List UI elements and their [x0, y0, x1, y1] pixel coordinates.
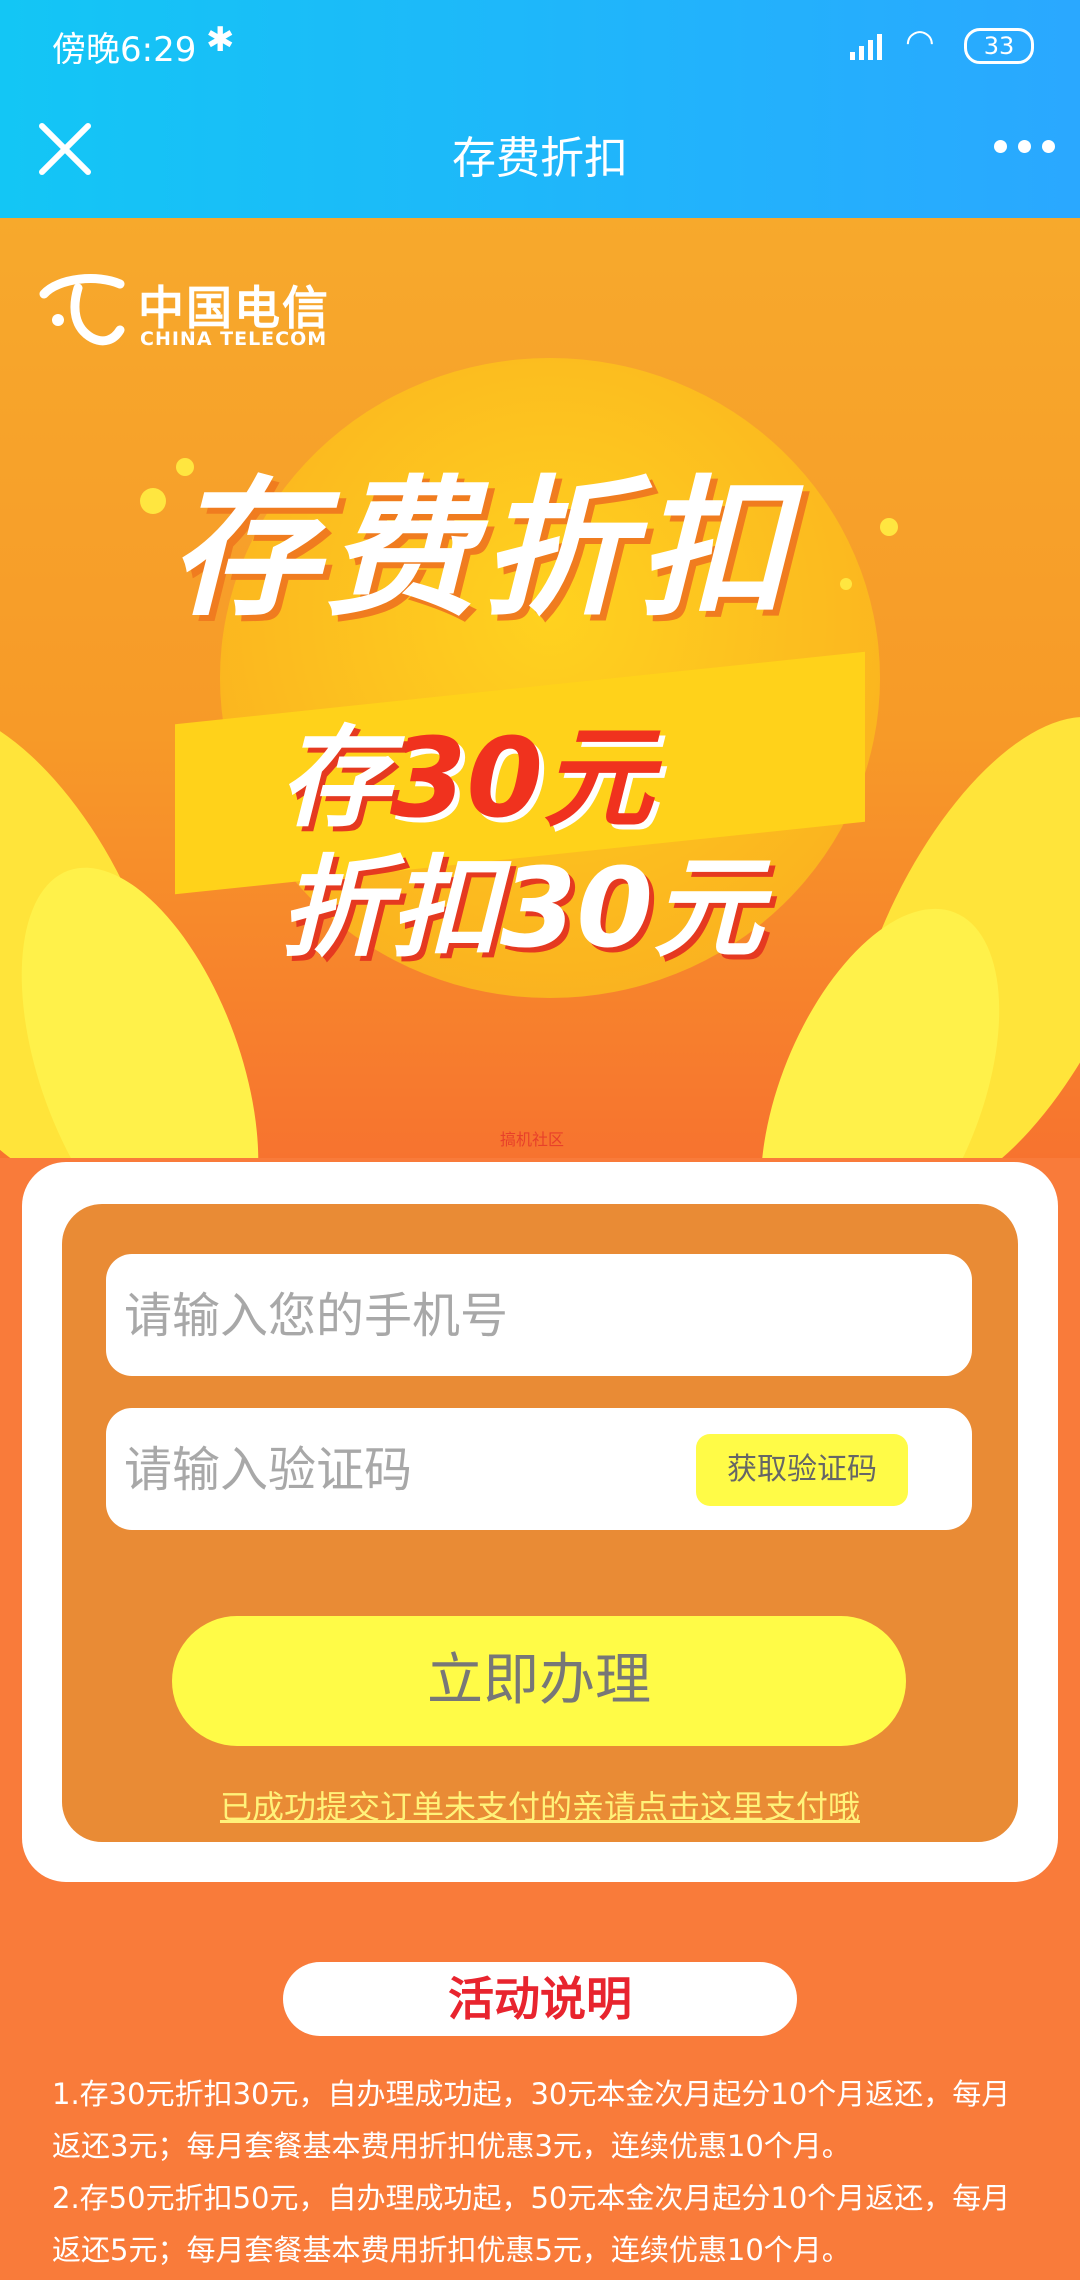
- pay-order-link[interactable]: 已成功提交订单未支付的亲请点击这里支付哦: [62, 1782, 1018, 1828]
- offer-line-2: 折扣30元: [280, 844, 764, 972]
- top-bar: 傍晚6:29 ✱ ◠ 33 存费折扣: [0, 0, 1080, 218]
- submit-button[interactable]: 立即办理: [172, 1616, 906, 1746]
- logo-text-en: CHINA TELECOM: [140, 328, 328, 350]
- phone-input[interactable]: [122, 1254, 686, 1378]
- form-panel: 获取验证码 立即办理 已成功提交订单未支付的亲请点击这里支付哦: [62, 1204, 1018, 1842]
- watermark-text: 搞机社区: [500, 1130, 565, 1149]
- banner-headline: 存费折扣: [170, 463, 795, 637]
- phone-field[interactable]: [106, 1254, 972, 1378]
- decor-dot: [880, 518, 898, 536]
- bluetooth-icon: ✱: [206, 20, 235, 60]
- code-field[interactable]: 获取验证码: [106, 1408, 972, 1532]
- code-input[interactable]: [122, 1408, 686, 1532]
- china-telecom-logo: 中国电信 CHINA TELECOM: [38, 268, 338, 358]
- signal-icon: [850, 30, 890, 60]
- description-item: 2.存50元折扣50元，自办理成功起，50元本金次月起分10个月返还，每月返还5…: [52, 2181, 1011, 2267]
- title-bar: 存费折扣: [0, 96, 1080, 206]
- promo-banner: 中国电信 CHINA TELECOM 存费折扣 存30元 折扣30元 搞机社区: [0, 218, 1080, 1158]
- activity-title: 活动说明: [283, 1962, 797, 2036]
- form-card: 获取验证码 立即办理 已成功提交订单未支付的亲请点击这里支付哦: [22, 1162, 1058, 1882]
- get-code-button[interactable]: 获取验证码: [696, 1434, 908, 1506]
- telecom-logo-icon: [39, 274, 125, 346]
- activity-description: 1.存30元折扣30元，自办理成功起，30元本金次月起分10个月返还，每月返还3…: [52, 2068, 1032, 2276]
- page-title: 存费折扣: [452, 133, 628, 184]
- battery-icon: 33: [964, 28, 1034, 64]
- status-bar: 傍晚6:29 ✱ ◠ 33: [0, 0, 1080, 90]
- decor-dot: [140, 488, 166, 514]
- wifi-icon: ◠: [905, 22, 935, 62]
- more-menu-button[interactable]: [990, 126, 1060, 166]
- status-time: 傍晚6:29: [52, 30, 197, 70]
- decor-dot: [840, 578, 852, 590]
- description-item: 1.存30元折扣30元，自办理成功起，30元本金次月起分10个月返还，每月返还3…: [52, 2077, 1011, 2163]
